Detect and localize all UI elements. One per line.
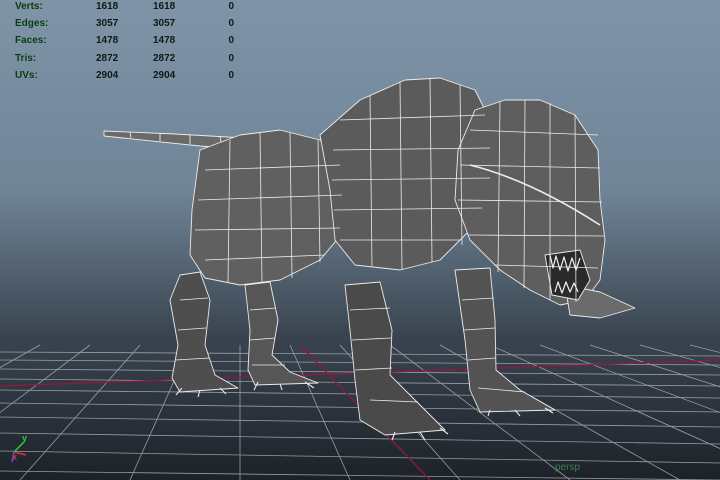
- creature-mesh[interactable]: [103, 77, 636, 441]
- hud-row-tris: Tris: 2872 2872 0: [0, 53, 260, 71]
- hud-value: 1618: [96, 1, 119, 12]
- hud-value: 2872: [153, 53, 176, 64]
- hud-value: 2904: [96, 70, 119, 81]
- hud-value: 0: [228, 18, 234, 29]
- axis-gizmo: y x: [11, 433, 27, 463]
- hud-label: Faces:: [15, 35, 47, 46]
- hud-value: 3057: [153, 18, 176, 29]
- perspective-viewport[interactable]: y x Verts: 1618 1618 0 Edges: 3057 3057 …: [0, 0, 720, 480]
- y-axis-line: [13, 441, 25, 453]
- hud-value: 1478: [153, 35, 176, 46]
- camera-name-label: persp: [555, 462, 581, 473]
- hud-row-uvs: UVs: 2904 2904 0: [0, 70, 260, 88]
- hud-value: 0: [228, 35, 234, 46]
- hud-label: Verts:: [15, 1, 43, 12]
- hud-value: 0: [228, 53, 234, 64]
- hud-value: 3057: [96, 18, 119, 29]
- hud-value: 2872: [96, 53, 119, 64]
- hud-value: 0: [228, 1, 234, 12]
- hud-label: Edges:: [15, 18, 49, 29]
- hud-row-faces: Faces: 1478 1478 0: [0, 35, 260, 53]
- y-axis-label: y: [22, 433, 27, 443]
- x-axis-label: x: [12, 452, 17, 462]
- hud-row-edges: Edges: 3057 3057 0: [0, 18, 260, 36]
- hud-value: 0: [228, 70, 234, 81]
- hud-row-verts: Verts: 1618 1618 0: [0, 1, 260, 19]
- hud-value: 1478: [96, 35, 119, 46]
- hud-label: Tris:: [15, 53, 37, 64]
- hud-value: 1618: [153, 1, 176, 12]
- hud-label: UVs:: [15, 70, 38, 81]
- hud-value: 2904: [153, 70, 176, 81]
